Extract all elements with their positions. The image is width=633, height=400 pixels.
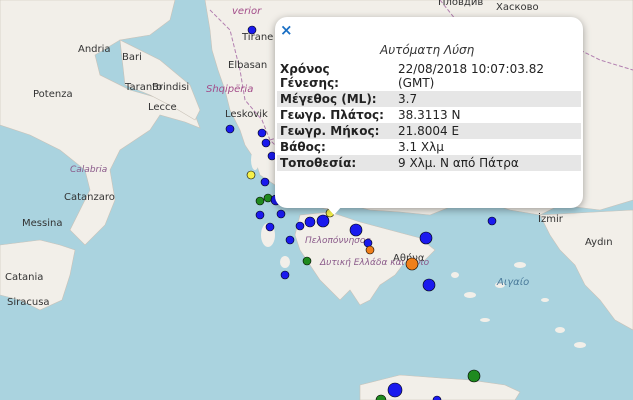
island	[451, 272, 459, 278]
earthquake-marker[interactable]	[365, 245, 375, 255]
city-label-izmir: İzmir	[538, 212, 564, 225]
region-label-peloponnese: Πελοπόννησος	[305, 235, 371, 246]
country-label-albania: Shqipëria	[206, 84, 253, 95]
island-corfu	[251, 150, 259, 170]
island	[574, 342, 586, 348]
info-row-magnitude: Μέγεθος (ML): 3.7	[277, 91, 581, 107]
info-key: Χρόνος Γένεσης:	[280, 62, 339, 90]
city-label-messina: Messina	[22, 218, 62, 229]
island	[514, 262, 526, 268]
earthquake-marker[interactable]	[280, 270, 290, 280]
sea-label-aegean: Αιγαίο	[496, 276, 529, 288]
city-label-catanzaro: Catanzaro	[64, 192, 115, 203]
earthquake-marker[interactable]	[285, 235, 295, 245]
info-row-origin-time: Χρόνος Γένεσης: 22/08/2018 10:07:03.82 (…	[277, 61, 581, 91]
earthquake-marker[interactable]	[257, 128, 267, 138]
city-label-bari: Bari	[122, 52, 142, 63]
earthquake-marker[interactable]	[487, 216, 497, 226]
popup-title: Αυτόματη Λύση	[380, 43, 475, 57]
island-zakynthos	[280, 256, 290, 268]
city-label-aydin: Aydın	[585, 237, 613, 248]
info-value: 21.8004 E	[398, 124, 460, 138]
island	[480, 318, 490, 322]
earthquake-marker-selected[interactable]	[316, 214, 330, 228]
info-value: 3.1 Χλμ	[398, 140, 444, 154]
earthquake-marker[interactable]	[387, 382, 403, 398]
info-value: 9 Χλμ. N από Πάτρα	[398, 156, 519, 170]
earthquake-marker[interactable]	[419, 231, 433, 245]
city-label-plovdiv: Пловдив	[438, 0, 483, 8]
earthquake-marker[interactable]	[265, 222, 275, 232]
info-row-longitude: Γεωγρ. Μήκος: 21.8004 E	[277, 123, 581, 139]
info-row-location: Τοποθεσία: 9 Χλμ. N από Πάτρα	[277, 155, 581, 171]
city-label-elbasan: Elbasan	[228, 60, 267, 71]
info-key: Γεωγρ. Πλάτος:	[280, 108, 384, 122]
city-label-tirane: Tirane	[241, 32, 273, 43]
info-key: Γεωγρ. Μήκος:	[280, 124, 380, 138]
city-label-catania: Catania	[5, 272, 43, 283]
city-label-andria: Andria	[78, 44, 111, 55]
city-label-brindisi: Brindisi	[152, 82, 189, 93]
city-label-leskovik: Leskovik	[225, 109, 268, 120]
island	[541, 298, 549, 302]
earthquake-marker[interactable]	[225, 124, 235, 134]
earthquake-marker[interactable]	[276, 209, 286, 219]
earthquake-marker[interactable]	[422, 278, 436, 292]
earthquake-marker[interactable]	[255, 210, 265, 220]
info-value: 38.3113 N	[398, 108, 461, 122]
island	[464, 292, 476, 298]
earthquake-marker[interactable]	[405, 257, 419, 271]
earthquake-marker[interactable]	[260, 177, 270, 187]
city-label-lecce: Lecce	[148, 102, 177, 113]
earthquake-marker[interactable]	[255, 196, 265, 206]
region-label-verior: verior	[232, 6, 262, 17]
info-key: Βάθος:	[280, 140, 326, 154]
info-key: Τοποθεσία:	[280, 156, 357, 170]
region-label-calabria: Calabria	[70, 165, 107, 175]
earthquake-marker[interactable]	[247, 25, 257, 35]
info-row-depth: Βάθος: 3.1 Χλμ	[277, 139, 581, 155]
earthquake-marker[interactable]	[467, 369, 481, 383]
earthquake-marker[interactable]	[246, 170, 256, 180]
info-key: Μέγεθος (ML):	[280, 92, 377, 106]
info-value: 3.7	[398, 92, 418, 106]
city-label-potenza: Potenza	[33, 89, 73, 100]
popup-close-button[interactable]: ×	[280, 23, 293, 38]
island	[555, 327, 565, 333]
earthquake-marker[interactable]	[304, 216, 316, 228]
popup-pointer	[325, 205, 343, 215]
city-label-haskovo: Хасково	[496, 2, 539, 13]
city-label-siracusa: Siracusa	[7, 297, 50, 308]
earthquake-marker[interactable]	[302, 256, 312, 266]
info-row-latitude: Γεωγρ. Πλάτος: 38.3113 N	[277, 107, 581, 123]
info-value: 22/08/2018 10:07:03.82 (GMT)	[398, 62, 544, 90]
earthquake-info-table: Χρόνος Γένεσης: 22/08/2018 10:07:03.82 (…	[277, 61, 581, 171]
earthquake-marker[interactable]	[349, 223, 363, 237]
earthquake-marker[interactable]	[261, 138, 271, 148]
earthquake-marker[interactable]	[295, 221, 305, 231]
